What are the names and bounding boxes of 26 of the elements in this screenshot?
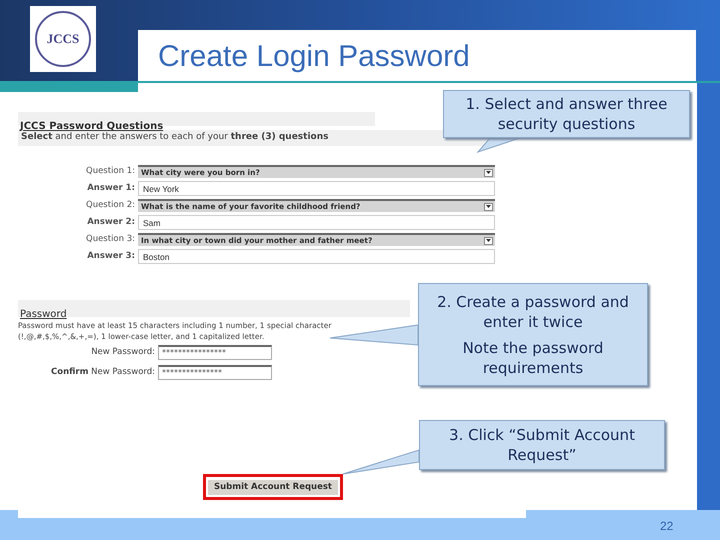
field-label: New Password:: [90, 346, 156, 359]
callout-pointer: [476, 138, 520, 154]
submit-button[interactable]: Submit Account Request: [208, 480, 338, 494]
logo-text: JCCS: [46, 30, 80, 48]
slide-title: Create Login Password: [158, 39, 470, 75]
dropdown-arrow-icon: [486, 239, 491, 242]
field-label: Question 3:: [85, 233, 136, 246]
answer-field[interactable]: New York: [138, 181, 495, 196]
password-field[interactable]: ****************: [158, 345, 272, 360]
field-label: Answer 2:: [86, 216, 136, 229]
field-label: Question 2:: [85, 199, 136, 212]
field-label: Confirm New Password:: [50, 366, 156, 379]
callout-box: 3. Click “Submit Account Request”: [419, 420, 665, 470]
field-label: Question 1:: [85, 165, 136, 178]
answer-field[interactable]: Boston: [138, 249, 495, 264]
answer-field[interactable]: Sam: [138, 215, 495, 230]
instructions-text: Select and enter the answers to each of your three (3) questions: [21, 132, 328, 144]
field-label: Answer 3:: [86, 250, 136, 263]
field-label: Answer 1:: [86, 182, 136, 195]
password-field[interactable]: ***************: [158, 365, 272, 380]
callout-box: 2. Create a password and enter it twice Note the password requirements: [418, 283, 648, 386]
section-heading: Password: [20, 309, 67, 320]
page-number: 22: [660, 518, 674, 535]
dropdown-arrow-icon: [486, 205, 491, 208]
section-heading: JCCS Password Questions: [20, 121, 164, 132]
dropdown-arrow-icon: [486, 171, 491, 174]
